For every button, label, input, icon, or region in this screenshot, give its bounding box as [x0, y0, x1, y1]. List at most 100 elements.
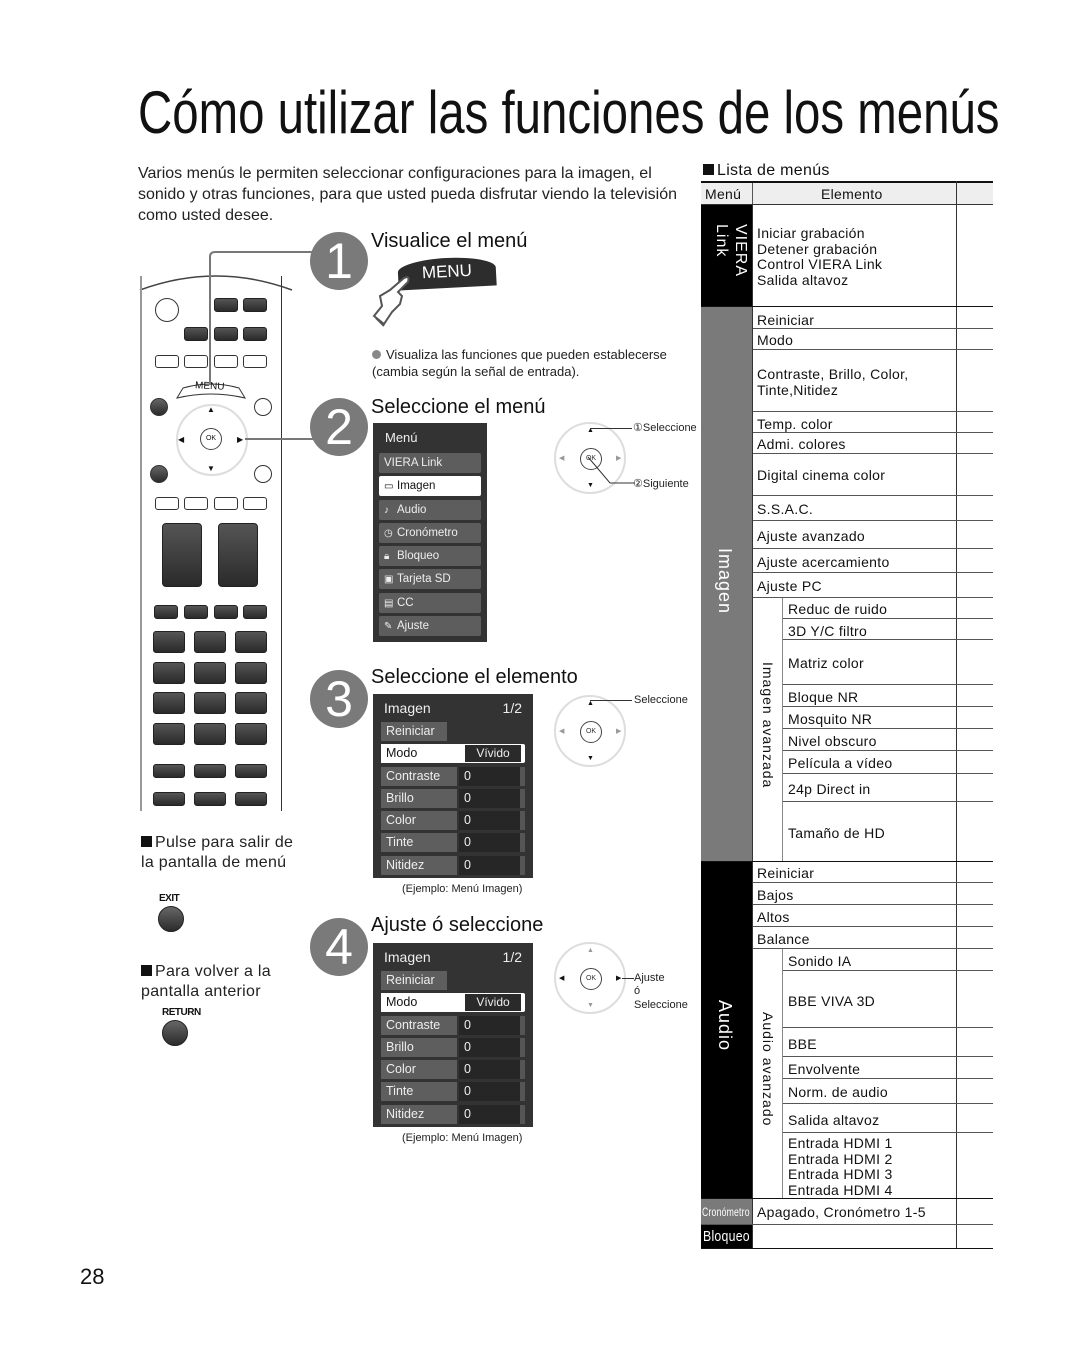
remote-number-button[interactable]	[153, 662, 185, 684]
osd-row-modo[interactable]: Modo Vívido	[381, 744, 525, 764]
osd-row-reiniciar[interactable]: Reiniciar	[381, 971, 525, 990]
osd-row-reiniciar[interactable]: Reiniciar	[381, 722, 525, 741]
sub-group-label-imagen-avanzada: Imagen avanzada	[760, 662, 776, 789]
remote-button[interactable]	[235, 792, 267, 806]
remote-button[interactable]	[150, 398, 168, 416]
osd-item-cc[interactable]: ▤ CC	[379, 592, 481, 613]
ok-button[interactable]: OK	[580, 721, 602, 743]
remote-number-button[interactable]	[153, 723, 185, 745]
remote-button[interactable]	[235, 764, 267, 778]
table-row: Ajuste PC	[757, 578, 822, 594]
sd-card-icon: ▣	[384, 574, 394, 586]
divider	[753, 349, 993, 350]
osd-row-tinte[interactable]: Tinte 0	[381, 1082, 525, 1102]
remote-number-button[interactable]	[194, 723, 226, 745]
remote-number-button[interactable]	[235, 692, 267, 714]
remote-button[interactable]	[184, 497, 208, 510]
table-row: Reduc de ruido	[788, 601, 888, 617]
remote-number-button[interactable]	[153, 692, 185, 714]
table-row: Matriz color	[788, 655, 864, 671]
divider	[701, 1198, 993, 1199]
exit-button[interactable]	[158, 906, 184, 932]
header-item: Elemento	[821, 186, 883, 202]
arrow-left-icon: ◀	[559, 728, 565, 735]
osd-row-modo[interactable]: Modo Vívido	[381, 993, 525, 1013]
osd-item-tarjeta-sd[interactable]: ▣ Tarjeta SD	[379, 569, 481, 590]
arrow-right-icon: ▶	[616, 728, 622, 735]
step-4-dpad[interactable]: ▲ ▼ ◀ ▶ OK	[554, 942, 626, 1014]
osd-row-nitidez[interactable]: Nitidez 0	[381, 1104, 525, 1124]
osd-row-brillo[interactable]: Brillo 0	[381, 788, 525, 808]
step-1-title: Visualice el menú	[371, 230, 528, 252]
menu-label-bloqueo: Bloqueo	[703, 1228, 750, 1245]
remote-number-button[interactable]	[235, 662, 267, 684]
remote-number-button[interactable]	[194, 631, 226, 653]
remote-power-button[interactable]	[155, 298, 179, 322]
return-button[interactable]	[162, 1020, 188, 1046]
osd-row-brillo[interactable]: Brillo 0	[381, 1037, 525, 1057]
step-1-note: Visualiza las funciones que pueden estab…	[372, 347, 667, 379]
dpad-label-select: Seleccione	[634, 694, 688, 706]
table-row: Mosquito NR	[788, 711, 873, 727]
osd-row-color[interactable]: Color 0	[381, 811, 525, 831]
osd-item-bloqueo[interactable]: 🔒︎ Bloqueo	[379, 546, 481, 567]
remote-button[interactable]	[150, 465, 168, 483]
divider	[753, 495, 993, 496]
remote-number-button[interactable]	[194, 662, 226, 684]
table-row: BBE VIVA 3D	[788, 993, 876, 1009]
osd-row-contraste[interactable]: Contraste 0	[381, 766, 525, 786]
remote-button[interactable]	[184, 605, 208, 619]
divider	[956, 181, 957, 1249]
divider	[783, 1132, 993, 1133]
remote-number-button[interactable]	[194, 692, 226, 714]
divider	[782, 597, 783, 861]
leader-line	[622, 978, 634, 979]
remote-button[interactable]	[155, 497, 179, 510]
divider	[753, 882, 993, 883]
music-note-icon: ♪	[384, 504, 389, 516]
menu-list-title: Lista de menús	[703, 162, 830, 180]
remote-button[interactable]	[194, 792, 226, 806]
table-row: Apagado, Cronómetro 1-5	[757, 1204, 926, 1220]
divider	[752, 183, 753, 204]
remote-button[interactable]	[243, 497, 267, 510]
remote-button[interactable]	[155, 355, 179, 368]
remote-number-button[interactable]	[235, 723, 267, 745]
remote-button[interactable]	[194, 764, 226, 778]
remote-button[interactable]	[154, 605, 178, 619]
remote-volume-rocker[interactable]	[162, 523, 202, 587]
step-2-title: Seleccione el menú	[371, 396, 546, 418]
osd-item-ajuste[interactable]: ✎ Ajuste	[379, 616, 481, 637]
remote-button[interactable]	[214, 605, 238, 619]
osd-row-tinte[interactable]: Tinte 0	[381, 833, 525, 853]
clock-icon: ◷	[384, 527, 393, 539]
table-row: Ajuste acercamiento	[757, 554, 890, 570]
remote-button[interactable]	[254, 465, 272, 483]
osd-row-color[interactable]: Color 0	[381, 1060, 525, 1080]
ok-button[interactable]: OK	[580, 968, 602, 990]
osd-item-imagen[interactable]: ▭ Imagen	[379, 476, 481, 497]
remote-button[interactable]	[153, 792, 185, 806]
divider	[753, 548, 993, 549]
table-row: Temp. color	[757, 416, 833, 432]
step-4-title: Ajuste ó seleccione	[371, 914, 544, 936]
remote-number-button[interactable]	[235, 631, 267, 653]
osd-item-viera-link[interactable]: VIERA Link	[379, 453, 481, 473]
divider	[753, 432, 993, 433]
remote-channel-rocker[interactable]	[218, 523, 258, 587]
arrow-up-icon: ▲	[587, 947, 594, 954]
table-row: 3D Y/C filtro	[788, 623, 868, 639]
step-3-dpad[interactable]: ▲ ▼ ◀ ▶ OK	[554, 695, 626, 767]
dpad-label-adjust: Ajuste	[634, 972, 665, 984]
osd-row-nitidez[interactable]: Nitidez 0	[381, 855, 525, 875]
osd-row-contraste[interactable]: Contraste 0	[381, 1015, 525, 1035]
remote-button[interactable]	[153, 764, 185, 778]
osd-item-cronometro[interactable]: ◷ Cronómetro	[379, 522, 481, 543]
remote-button[interactable]	[214, 497, 238, 510]
remote-button[interactable]	[243, 605, 267, 619]
divider	[783, 728, 993, 729]
osd-item-audio[interactable]: ♪ Audio	[379, 499, 481, 520]
remote-number-button[interactable]	[153, 631, 185, 653]
arrow-right-icon: ▶	[616, 975, 622, 982]
divider	[783, 618, 993, 619]
